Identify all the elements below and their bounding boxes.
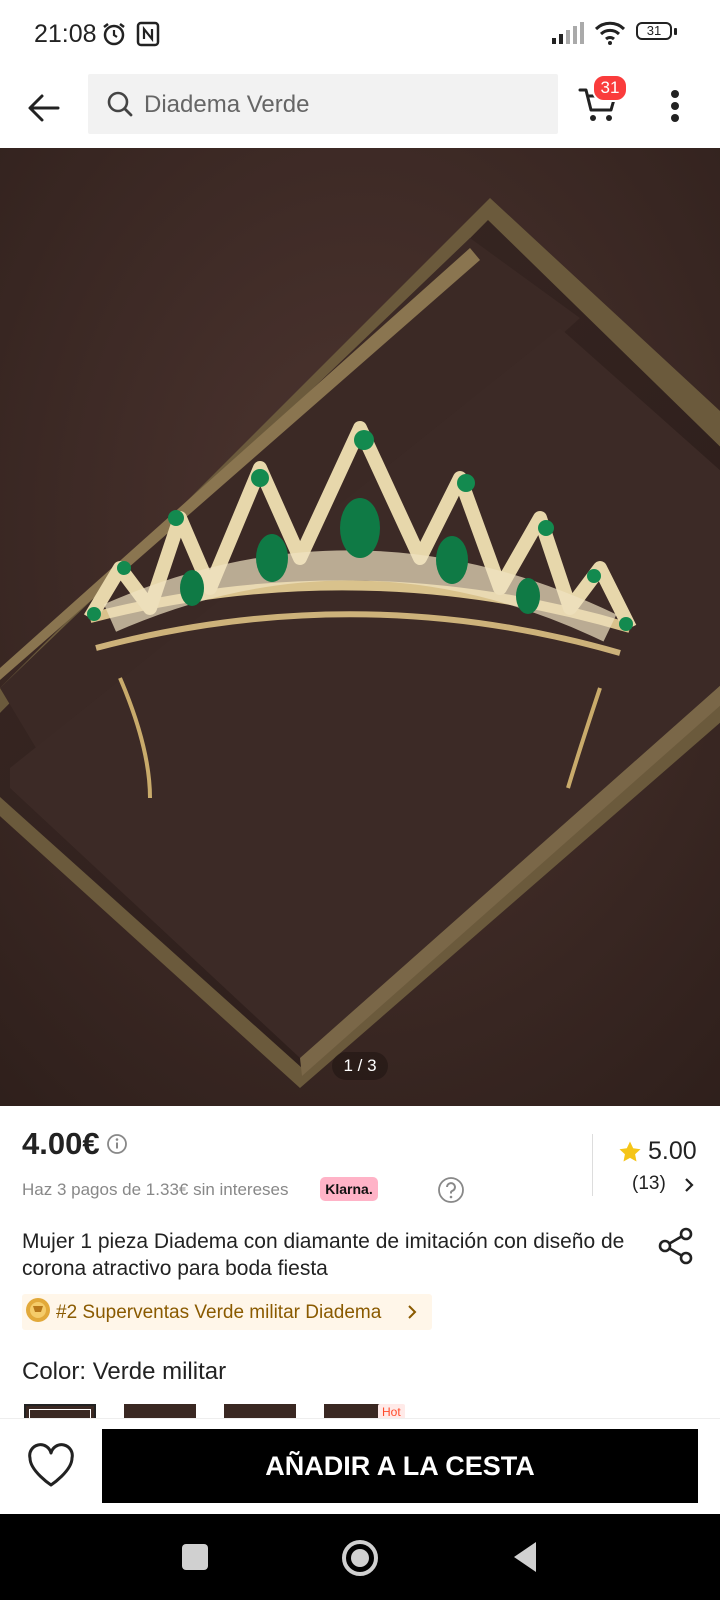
color-value: Verde militar — [92, 1358, 227, 1385]
bestseller-banner[interactable]: #2 Superventas Verde militar Diadema — [22, 1294, 432, 1330]
color-swatches — [24, 1404, 720, 1418]
search-input[interactable]: Diadema Verde — [88, 74, 558, 134]
image-pager: 1 / 3 — [332, 1052, 388, 1080]
wishlist-button[interactable] — [26, 1443, 76, 1494]
color-swatch[interactable] — [24, 1404, 96, 1418]
cart-button[interactable]: 31 — [576, 74, 628, 132]
nav-home-icon[interactable] — [340, 1538, 380, 1583]
search-placeholder: Diadema Verde — [144, 91, 310, 118]
add-to-cart-button[interactable]: AÑADIR A LA CESTA — [102, 1429, 698, 1503]
installments-text: Haz 3 pagos de 1.33€ sin intereses — [22, 1180, 289, 1199]
battery-level: 31 — [646, 23, 662, 38]
help-icon[interactable] — [437, 1176, 465, 1209]
wifi-icon — [594, 20, 626, 51]
signal-icon — [552, 22, 586, 49]
chevron-right-icon — [406, 1304, 418, 1325]
top-app-bar: Diadema Verde 31 — [0, 68, 720, 148]
divider — [592, 1134, 593, 1196]
star-icon — [618, 1140, 642, 1169]
chevron-right-icon[interactable] — [682, 1176, 696, 1199]
search-icon — [106, 90, 134, 123]
system-navigation-bar — [0, 1514, 720, 1600]
bestseller-text: #2 Superventas Verde militar Diadema — [56, 1302, 382, 1323]
alarm-icon — [100, 20, 128, 53]
back-arrow-icon — [28, 94, 60, 122]
cart-count-badge: 31 — [592, 74, 628, 102]
share-icon — [658, 1227, 693, 1265]
heart-icon — [28, 1443, 74, 1487]
more-vert-icon — [671, 90, 679, 122]
color-swatch[interactable] — [224, 1404, 296, 1418]
nav-square-icon[interactable] — [182, 1544, 208, 1570]
rating-value: 5.00 — [648, 1137, 697, 1165]
product-price: 4.00€ — [22, 1126, 100, 1161]
nfc-icon — [136, 21, 160, 52]
product-image — [0, 148, 720, 1106]
medal-icon — [24, 1296, 52, 1331]
status-time: 21:08 — [34, 20, 97, 48]
nav-back-icon[interactable] — [510, 1540, 540, 1579]
product-title: Mujer 1 pieza Diadema con diamante de im… — [22, 1230, 625, 1280]
info-icon[interactable] — [106, 1133, 128, 1160]
color-label: Color: Verde militar — [22, 1358, 226, 1386]
color-swatch[interactable] — [124, 1404, 196, 1418]
bottom-action-bar: AÑADIR A LA CESTA — [0, 1418, 720, 1515]
more-options-button[interactable] — [660, 82, 690, 132]
battery-icon: 31 — [636, 22, 677, 42]
back-button[interactable] — [22, 86, 66, 130]
product-image-gallery[interactable] — [0, 148, 720, 1106]
share-button[interactable] — [656, 1226, 696, 1271]
reviews-count[interactable]: (13) — [632, 1173, 666, 1195]
color-label-prefix: Color: — [22, 1358, 87, 1385]
klarna-badge: Klarna. — [320, 1177, 378, 1201]
status-bar: 21:08 31 — [0, 0, 720, 68]
